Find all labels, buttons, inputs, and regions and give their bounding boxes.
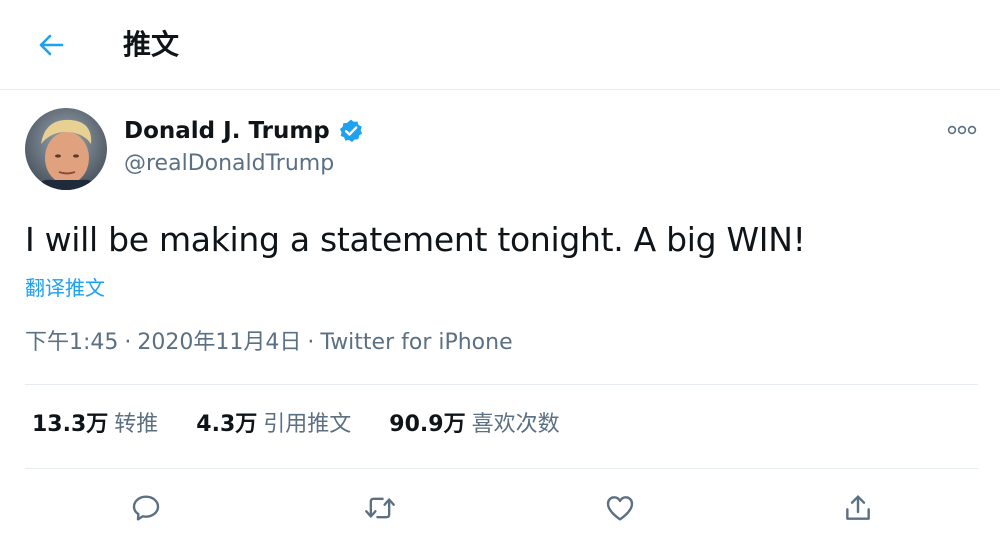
avatar[interactable] <box>25 108 107 190</box>
tweet-source[interactable]: Twitter for iPhone <box>320 328 512 358</box>
retweets-label: 转推 <box>114 412 159 437</box>
tweet-date[interactable]: 2020年11月4日 <box>137 328 301 358</box>
meta-separator: · <box>124 330 132 355</box>
top-bar: 推文 <box>0 0 1000 90</box>
divider <box>25 384 978 385</box>
meta-separator: · <box>307 330 315 355</box>
retweet-button[interactable] <box>360 488 400 528</box>
likes-count: 90.9万 <box>389 412 466 437</box>
author-name-row[interactable]: Donald J. Trump <box>124 116 364 146</box>
tweet-text: I will be making a statement tonight. A … <box>25 220 806 259</box>
quotes-stat[interactable]: 4.3万 引用推文 <box>196 410 351 440</box>
share-button[interactable] <box>838 488 878 528</box>
retweet-icon <box>365 497 395 519</box>
more-options-button[interactable] <box>944 118 980 142</box>
like-button[interactable] <box>600 488 640 528</box>
tweet-time[interactable]: 下午1:45 <box>25 328 118 358</box>
author-handle[interactable]: @realDonaldTrump <box>124 150 334 178</box>
reply-icon <box>132 495 160 521</box>
retweets-stat[interactable]: 13.3万 转推 <box>32 410 158 440</box>
quotes-count: 4.3万 <box>196 412 258 437</box>
more-horizontal-icon <box>947 125 977 135</box>
reply-button[interactable] <box>126 488 166 528</box>
verified-badge-icon <box>338 118 364 144</box>
tweet-meta: 下午1:45 · 2020年11月4日 · Twitter for iPhone <box>25 328 513 358</box>
page-title: 推文 <box>123 28 180 61</box>
divider <box>25 468 978 469</box>
arrow-left-icon <box>39 34 64 56</box>
display-name[interactable]: Donald J. Trump <box>124 116 330 146</box>
back-button[interactable] <box>30 24 72 66</box>
likes-stat[interactable]: 90.9万 喜欢次数 <box>389 410 559 440</box>
translate-tweet-link[interactable]: 翻译推文 <box>25 275 105 301</box>
quotes-label: 引用推文 <box>263 412 352 437</box>
retweets-count: 13.3万 <box>32 412 109 437</box>
likes-label: 喜欢次数 <box>471 412 560 437</box>
tweet-stats: 13.3万 转推 4.3万 引用推文 90.9万 喜欢次数 <box>32 410 598 440</box>
heart-icon <box>606 496 634 521</box>
share-icon <box>846 495 870 520</box>
